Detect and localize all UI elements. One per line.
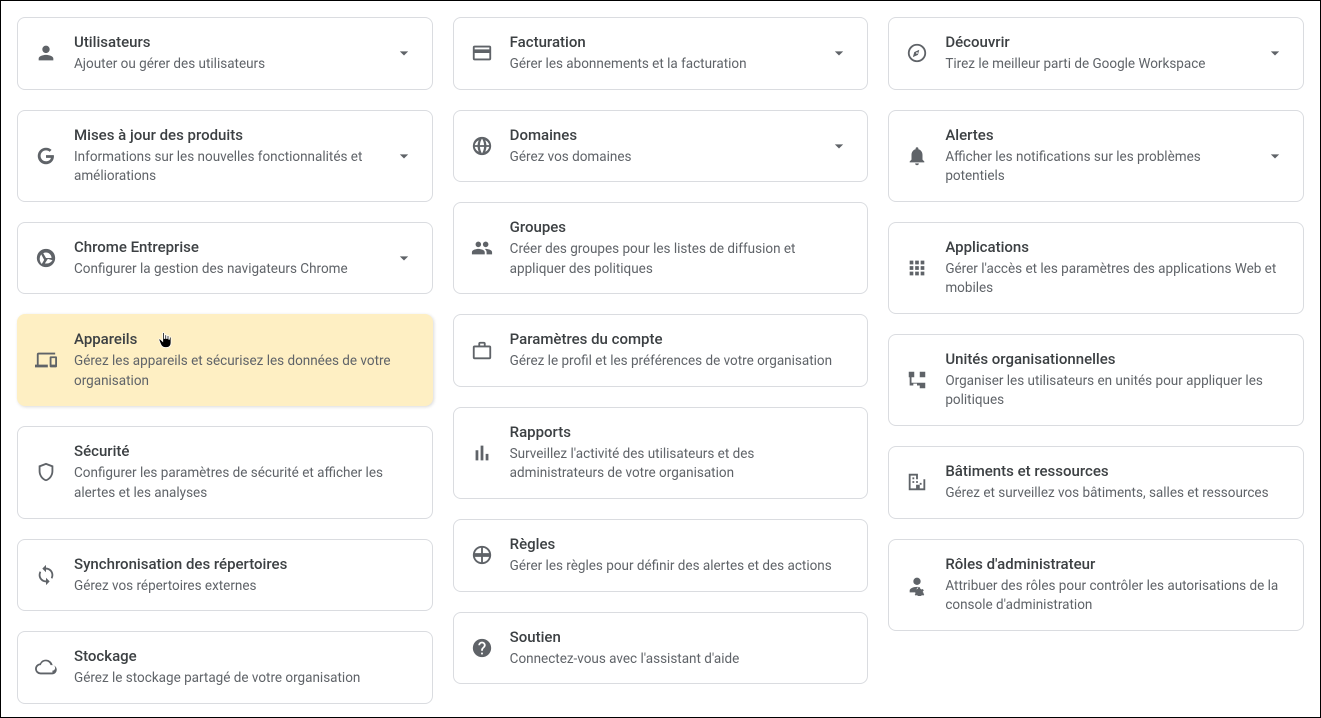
groups-icon <box>470 236 494 260</box>
chevron-down-icon[interactable] <box>1263 41 1287 65</box>
card-desc: Tirez le meilleur parti de Google Worksp… <box>945 55 1255 75</box>
chrome-icon <box>34 246 58 270</box>
card-desc: Attribuer des rôles pour contrôler les a… <box>945 577 1287 616</box>
card-title: Stockage <box>74 646 416 667</box>
card-billing[interactable]: Facturation Gérer les abonnements et la … <box>453 17 869 90</box>
card-support[interactable]: Soutien Connectez-vous avec l'assistant … <box>453 612 869 685</box>
card-desc: Gérer les abonnements et la facturation <box>510 55 820 75</box>
card-discover[interactable]: Découvrir Tirez le meilleur parti de Goo… <box>888 17 1304 90</box>
card-title: Rapports <box>510 422 852 443</box>
apps-grid-icon <box>905 256 929 280</box>
card-alerts[interactable]: Alertes Afficher les notifications sur l… <box>888 110 1304 202</box>
bar-chart-icon <box>470 441 494 465</box>
card-desc: Gérer l'accès et les paramètres des appl… <box>945 260 1287 299</box>
card-title: Synchronisation des répertoires <box>74 554 416 575</box>
card-desc: Gérer les règles pour définir des alerte… <box>510 557 852 577</box>
card-domains[interactable]: Domaines Gérez vos domaines <box>453 110 869 183</box>
sync-icon <box>34 563 58 587</box>
card-title: Règles <box>510 534 852 555</box>
chevron-down-icon[interactable] <box>392 144 416 168</box>
card-desc: Ajouter ou gérer des utilisateurs <box>74 55 384 75</box>
wheel-icon <box>470 543 494 567</box>
briefcase-icon <box>470 339 494 363</box>
card-desc: Informations sur les nouvelles fonctionn… <box>74 148 384 187</box>
card-title: Domaines <box>510 125 820 146</box>
card-title: Unités organisationnelles <box>945 349 1287 370</box>
card-desc: Créer des groupes pour les listes de dif… <box>510 240 852 279</box>
card-rules[interactable]: Règles Gérer les règles pour définir des… <box>453 519 869 592</box>
chevron-down-icon[interactable] <box>392 246 416 270</box>
card-apps[interactable]: Applications Gérer l'accès et les paramè… <box>888 222 1304 314</box>
card-title: Utilisateurs <box>74 32 384 53</box>
chevron-down-icon[interactable] <box>827 41 851 65</box>
cloud-icon <box>34 655 58 679</box>
devices-icon <box>34 348 58 372</box>
compass-icon <box>905 41 929 65</box>
chevron-down-icon[interactable] <box>392 41 416 65</box>
admin-cards-grid: Utilisateurs Ajouter ou gérer des utilis… <box>11 11 1310 710</box>
card-desc: Surveillez l'activité des utilisateurs e… <box>510 445 852 484</box>
help-icon <box>470 636 494 660</box>
card-title: Rôles d'administrateur <box>945 554 1287 575</box>
card-title: Groupes <box>510 217 852 238</box>
card-desc: Connectez-vous avec l'assistant d'aide <box>510 650 852 670</box>
card-directory-sync[interactable]: Synchronisation des répertoires Gérez vo… <box>17 539 433 612</box>
building-icon <box>905 470 929 494</box>
card-desc: Configurer les paramètres de sécurité et… <box>74 464 416 503</box>
card-desc: Afficher les notifications sur les probl… <box>945 148 1255 187</box>
card-reports[interactable]: Rapports Surveillez l'activité des utili… <box>453 407 869 499</box>
column-2: Facturation Gérer les abonnements et la … <box>453 17 869 704</box>
card-desc: Organiser les utilisateurs en unités pou… <box>945 372 1287 411</box>
card-title: Applications <box>945 237 1287 258</box>
card-title: Appareils <box>74 329 416 350</box>
card-desc: Configurer la gestion des navigateurs Ch… <box>74 260 384 280</box>
card-title: Découvrir <box>945 32 1255 53</box>
chevron-down-icon[interactable] <box>827 134 851 158</box>
card-users[interactable]: Utilisateurs Ajouter ou gérer des utilis… <box>17 17 433 90</box>
card-title: Mises à jour des produits <box>74 125 384 146</box>
card-desc: Gérez vos répertoires externes <box>74 577 416 597</box>
card-title: Bâtiments et ressources <box>945 461 1287 482</box>
card-chrome-enterprise[interactable]: Chrome Entreprise Configurer la gestion … <box>17 222 433 295</box>
card-desc: Gérez les appareils et sécurisez les don… <box>74 352 416 391</box>
card-buildings-resources[interactable]: Bâtiments et ressources Gérez et surveil… <box>888 446 1304 519</box>
card-title: Chrome Entreprise <box>74 237 384 258</box>
card-org-units[interactable]: Unités organisationnelles Organiser les … <box>888 334 1304 426</box>
card-desc: Gérez vos domaines <box>510 148 820 168</box>
card-desc: Gérez et surveillez vos bâtiments, salle… <box>945 484 1287 504</box>
card-title: Facturation <box>510 32 820 53</box>
person-icon <box>34 41 58 65</box>
card-desc: Gérez le stockage partagé de votre organ… <box>74 669 416 689</box>
admin-icon <box>905 573 929 597</box>
card-desc: Gérez le profil et les préférences de vo… <box>510 352 852 372</box>
card-title: Soutien <box>510 627 852 648</box>
card-devices[interactable]: Appareils Gérez les appareils et sécuris… <box>17 314 433 406</box>
card-title: Alertes <box>945 125 1255 146</box>
card-storage[interactable]: Stockage Gérez le stockage partagé de vo… <box>17 631 433 704</box>
org-tree-icon <box>905 368 929 392</box>
column-1: Utilisateurs Ajouter ou gérer des utilis… <box>17 17 433 704</box>
card-product-updates[interactable]: Mises à jour des produits Informations s… <box>17 110 433 202</box>
google-g-icon <box>34 144 58 168</box>
card-title: Sécurité <box>74 441 416 462</box>
shield-icon <box>34 460 58 484</box>
card-title: Paramètres du compte <box>510 329 852 350</box>
column-3: Découvrir Tirez le meilleur parti de Goo… <box>888 17 1304 704</box>
card-admin-roles[interactable]: Rôles d'administrateur Attribuer des rôl… <box>888 539 1304 631</box>
chevron-down-icon[interactable] <box>1263 144 1287 168</box>
credit-card-icon <box>470 41 494 65</box>
card-security[interactable]: Sécurité Configurer les paramètres de sé… <box>17 426 433 518</box>
card-account-settings[interactable]: Paramètres du compte Gérez le profil et … <box>453 314 869 387</box>
bell-icon <box>905 144 929 168</box>
card-groups[interactable]: Groupes Créer des groupes pour les liste… <box>453 202 869 294</box>
globe-icon <box>470 134 494 158</box>
